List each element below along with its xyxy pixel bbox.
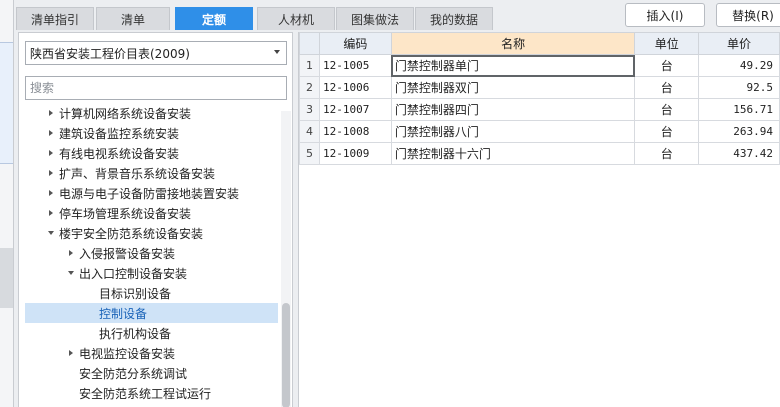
collapse-arrow-icon[interactable] [45, 223, 59, 243]
name-cell[interactable]: 门禁控制器四门 [390, 98, 636, 121]
column-header-price[interactable]: 单价 [698, 32, 780, 55]
edge-panel-fragment [0, 248, 13, 308]
name-cell[interactable]: 门禁控制器八门 [390, 120, 636, 143]
tree-item[interactable]: 扩声、背景音乐系统设备安装 [25, 163, 278, 183]
price-cell[interactable]: 92.5 [698, 76, 780, 99]
table-row[interactable]: 2 12-1006 门禁控制器双门 台 92.5 [299, 76, 780, 99]
catalog-dropdown[interactable]: 陕西省安装工程价目表(2009) [25, 41, 287, 65]
collapse-arrow-icon[interactable] [65, 263, 79, 283]
price-cell[interactable]: 49.29 [698, 54, 780, 77]
quota-grid: 编码 名称 单位 单价 1 12-1005 门禁控制器单门 台 49.29 2 … [298, 32, 780, 407]
tree-item-selected[interactable]: 控制设备 [25, 303, 278, 323]
tree-scrollbar[interactable] [281, 111, 291, 407]
expand-arrow-icon[interactable] [45, 143, 59, 163]
table-row[interactable]: 3 12-1007 门禁控制器四门 台 156.71 [299, 98, 780, 121]
replace-button[interactable]: 替换(R) [716, 3, 780, 27]
unit-cell[interactable]: 台 [634, 98, 700, 121]
code-cell[interactable]: 12-1007 [318, 98, 392, 121]
expand-arrow-icon[interactable] [45, 183, 59, 203]
name-cell[interactable]: 门禁控制器十六门 [390, 142, 636, 165]
unit-cell[interactable]: 台 [634, 76, 700, 99]
expand-arrow-icon[interactable] [65, 343, 79, 363]
tree-item[interactable]: 安全防范系统工程试运行 [25, 383, 278, 403]
edge-selection-fragment [0, 42, 13, 164]
scrollbar-thumb[interactable] [282, 303, 290, 407]
tree-item[interactable]: 计算机网络系统设备安装 [25, 103, 278, 123]
name-cell[interactable]: 门禁控制器双门 [390, 76, 636, 99]
unit-cell[interactable]: 台 [634, 120, 700, 143]
tree-item[interactable]: 执行机构设备 [25, 323, 278, 343]
code-cell[interactable]: 12-1008 [318, 120, 392, 143]
tree-item[interactable]: 安全防范分系统调试 [25, 363, 278, 383]
column-header-unit[interactable]: 单位 [634, 32, 700, 55]
search-input[interactable] [25, 76, 287, 100]
tree-item[interactable]: 目标识别设备 [25, 283, 278, 303]
tree-item[interactable]: 出入口控制设备安装 [25, 263, 278, 283]
expand-arrow-icon[interactable] [45, 123, 59, 143]
tab-bar: 清单指引 清单 定额 人材机 图集做法 我的数据 插入(I) 替换(R) [14, 0, 780, 30]
insert-button[interactable]: 插入(I) [625, 3, 705, 27]
row-index: 3 [299, 98, 320, 121]
tab-atlas-method[interactable]: 图集做法 [336, 7, 414, 30]
code-cell[interactable]: 12-1006 [318, 76, 392, 99]
chevron-down-icon [274, 50, 280, 54]
tab-bill-guide[interactable]: 清单指引 [16, 7, 94, 30]
tab-labor-material-machine[interactable]: 人材机 [257, 7, 335, 30]
unit-cell[interactable]: 台 [634, 54, 700, 77]
tab-quota[interactable]: 定额 [175, 7, 253, 30]
tab-my-data[interactable]: 我的数据 [415, 7, 493, 30]
tree-item[interactable]: 电源与电子设备防雷接地装置安装 [25, 183, 278, 203]
catalog-selected-value: 陕西省安装工程价目表(2009) [30, 46, 190, 61]
left-edge-fragment [0, 0, 14, 407]
row-index: 4 [299, 120, 320, 143]
expand-arrow-icon[interactable] [45, 103, 59, 123]
row-index-header [299, 32, 320, 55]
expand-arrow-icon[interactable] [45, 203, 59, 223]
expand-arrow-icon[interactable] [65, 243, 79, 263]
tree-item[interactable]: 停车场管理系统设备安装 [25, 203, 278, 223]
row-index: 2 [299, 76, 320, 99]
price-cell[interactable]: 156.71 [698, 98, 780, 121]
tree-item[interactable]: 有线电视系统设备安装 [25, 143, 278, 163]
code-cell[interactable]: 12-1005 [318, 54, 392, 77]
expand-arrow-icon[interactable] [45, 163, 59, 183]
column-header-code[interactable]: 编码 [318, 32, 392, 55]
price-cell[interactable]: 263.94 [698, 120, 780, 143]
tree-item[interactable]: 楼宇安全防范系统设备安装 [25, 223, 278, 243]
table-row[interactable]: 4 12-1008 门禁控制器八门 台 263.94 [299, 120, 780, 143]
tree-item[interactable]: 建筑设备监控系统安装 [25, 123, 278, 143]
column-header-name[interactable]: 名称 [390, 32, 636, 55]
table-row[interactable]: 5 12-1009 门禁控制器十六门 台 437.42 [299, 142, 780, 165]
catalog-panel: 陕西省安装工程价目表(2009) 计算机网络系统设备安装 建筑设备监控系统安装 … [18, 32, 293, 407]
price-cell[interactable]: 437.42 [698, 142, 780, 165]
row-index: 1 [299, 54, 320, 77]
tree-item[interactable]: 电视监控设备安装 [25, 343, 278, 363]
code-cell[interactable]: 12-1009 [318, 142, 392, 165]
name-cell[interactable]: 门禁控制器单门 [390, 54, 636, 77]
tab-bill[interactable]: 清单 [96, 7, 170, 30]
unit-cell[interactable]: 台 [634, 142, 700, 165]
table-row[interactable]: 1 12-1005 门禁控制器单门 台 49.29 [299, 54, 780, 77]
row-index: 5 [299, 142, 320, 165]
tree-item[interactable]: 入侵报警设备安装 [25, 243, 278, 263]
